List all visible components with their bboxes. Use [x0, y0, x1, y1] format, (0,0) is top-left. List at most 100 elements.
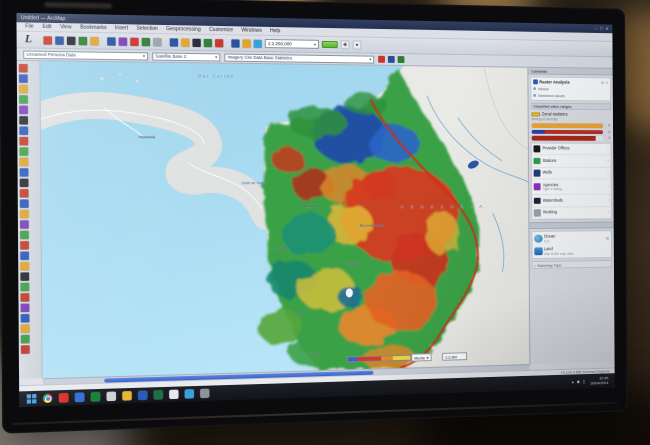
tool-icon[interactable] — [20, 158, 29, 166]
toolbar-icon[interactable] — [43, 36, 52, 44]
chevron-right-icon[interactable]: › — [607, 158, 608, 163]
toolbar-icon[interactable] — [90, 37, 99, 45]
browser-icon[interactable] — [43, 394, 53, 404]
tool-icon[interactable] — [20, 189, 29, 197]
basemap-footer[interactable]: › Basemap Topo — [532, 260, 613, 269]
tool-icon[interactable] — [19, 64, 28, 72]
tray-icon[interactable]: ◆ — [577, 379, 580, 385]
dropdown-tool-button[interactable]: ▾ — [352, 40, 361, 49]
taskbar-clock[interactable]: 12:45 20/04/2024 — [590, 376, 608, 386]
layer-row[interactable]: Wells › — [532, 167, 611, 179]
tool-icon[interactable] — [21, 345, 30, 354]
basemap-combo[interactable]: Satellite Base 2 ▾ — [152, 52, 220, 61]
tool-icon[interactable] — [20, 179, 29, 187]
window-control-button[interactable]: □ — [600, 26, 603, 32]
menu-item[interactable]: Windows — [241, 27, 262, 33]
toolbar-icon[interactable] — [79, 36, 88, 44]
tray-icon[interactable]: ▴ — [572, 379, 574, 385]
toolbar-icon[interactable] — [153, 38, 161, 46]
menu-item[interactable]: Selection — [136, 26, 157, 33]
menu-item[interactable]: Help — [270, 28, 280, 34]
tool-icon[interactable] — [21, 324, 30, 333]
list-icon[interactable]: ≡ — [606, 80, 608, 85]
toolbar-icon[interactable] — [254, 39, 262, 47]
toolbar-icon[interactable] — [378, 56, 385, 63]
taskbar-app-icon[interactable] — [107, 392, 117, 402]
toolbar-icon[interactable] — [170, 38, 178, 46]
tool-icon[interactable] — [20, 210, 29, 218]
toolbar-icon[interactable] — [55, 36, 64, 44]
toolbar-icon[interactable] — [107, 37, 115, 45]
menu-item[interactable]: Bookmarks — [80, 24, 106, 31]
tool-icon[interactable] — [20, 168, 29, 176]
toolbar-icon[interactable] — [67, 36, 76, 44]
start-button[interactable] — [27, 394, 37, 404]
toolbar-icon[interactable] — [204, 38, 212, 46]
menu-item[interactable]: View — [60, 24, 71, 30]
toolbar-icon[interactable] — [181, 38, 189, 46]
tool-icon[interactable] — [19, 74, 28, 82]
refresh-icon[interactable]: ⟳ — [601, 80, 604, 85]
raster-row[interactable]: Values — [538, 86, 549, 91]
layer-row[interactable]: Agencies Type 4 listing › — [532, 179, 611, 195]
chevron-right-icon[interactable]: › — [608, 198, 609, 203]
toolbar-icon[interactable] — [231, 39, 239, 47]
taskbar-app-icon[interactable] — [154, 390, 163, 400]
tool-icon[interactable] — [20, 147, 29, 155]
taskbar-app-icon[interactable] — [91, 392, 101, 402]
toolbar-icon[interactable] — [398, 56, 405, 63]
tool-icon[interactable] — [20, 272, 29, 280]
taskbar-app-icon[interactable] — [75, 393, 85, 403]
tray-icon[interactable]: ▯ — [583, 378, 585, 384]
tool-icon[interactable] — [21, 283, 30, 291]
taskbar-app-icon[interactable] — [185, 389, 194, 398]
scale-combo[interactable]: 1:2,250,000 ▾ — [265, 39, 319, 49]
layer-row[interactable]: Watersheds › — [532, 195, 611, 208]
raster-row[interactable]: Stretched values — [538, 93, 565, 98]
toolbar-icon[interactable] — [215, 39, 223, 47]
menu-item[interactable]: File — [25, 23, 34, 29]
tool-icon[interactable] — [19, 137, 28, 145]
layer-row[interactable]: Stations › — [532, 155, 611, 167]
tool-icon[interactable] — [20, 241, 29, 249]
menu-item[interactable]: Geoprocessing — [166, 26, 201, 33]
taskbar-app-icon[interactable] — [122, 391, 131, 401]
tool-icon[interactable] — [20, 200, 29, 208]
map-canvas[interactable]: PANAMÁ Mar Caribe Golfo de Urabá Medellí… — [40, 61, 529, 378]
taskbar-app-icon[interactable] — [169, 390, 178, 399]
layer-row[interactable]: Provider Offices › — [532, 143, 611, 155]
tool-icon[interactable] — [19, 116, 28, 124]
taskbar-app-icon[interactable] — [200, 389, 209, 398]
menu-item[interactable]: Edit — [42, 24, 51, 30]
tool-icon[interactable] — [19, 95, 28, 103]
toolbar-icon[interactable] — [243, 39, 251, 47]
toolbar-icon[interactable] — [388, 56, 395, 63]
add-tool-button[interactable]: ✚ — [341, 40, 350, 49]
layer-row[interactable]: Working › — [532, 207, 611, 220]
tool-icon[interactable] — [19, 127, 28, 135]
toolbar-icon[interactable] — [119, 37, 127, 45]
chevron-right-icon[interactable]: › — [608, 210, 609, 215]
chevron-right-icon[interactable]: › — [607, 184, 608, 189]
taskbar-app-icon[interactable] — [138, 391, 147, 401]
toolbar-icon[interactable] — [142, 37, 150, 45]
menu-item[interactable]: Customize — [209, 27, 233, 34]
panel-tab[interactable]: Contents — [528, 68, 612, 76]
chevron-right-icon[interactable]: › — [607, 146, 608, 151]
imagery-combo[interactable]: Imagery Cite Data Base Statistics ▾ — [224, 53, 374, 63]
tool-icon[interactable] — [19, 85, 28, 93]
tool-icon[interactable] — [21, 293, 30, 301]
taskbar-app-icon[interactable] — [59, 393, 69, 403]
tool-icon[interactable] — [20, 231, 29, 239]
window-control-button[interactable]: – — [595, 26, 597, 32]
toolbar-icon[interactable] — [130, 37, 138, 45]
media-dropdown[interactable]: Media ▾ — [411, 353, 431, 361]
tool-icon[interactable] — [20, 220, 29, 228]
layer-combo[interactable]: Unnamed Persona Data ▾ — [23, 50, 148, 60]
toolbar-icon[interactable] — [192, 38, 200, 46]
tool-icon[interactable] — [19, 106, 28, 114]
window-control-button[interactable]: ✕ — [605, 26, 609, 32]
gear-icon[interactable]: ⚙ — [606, 236, 609, 241]
checkbox[interactable] — [533, 80, 537, 84]
tool-icon[interactable] — [21, 335, 30, 344]
